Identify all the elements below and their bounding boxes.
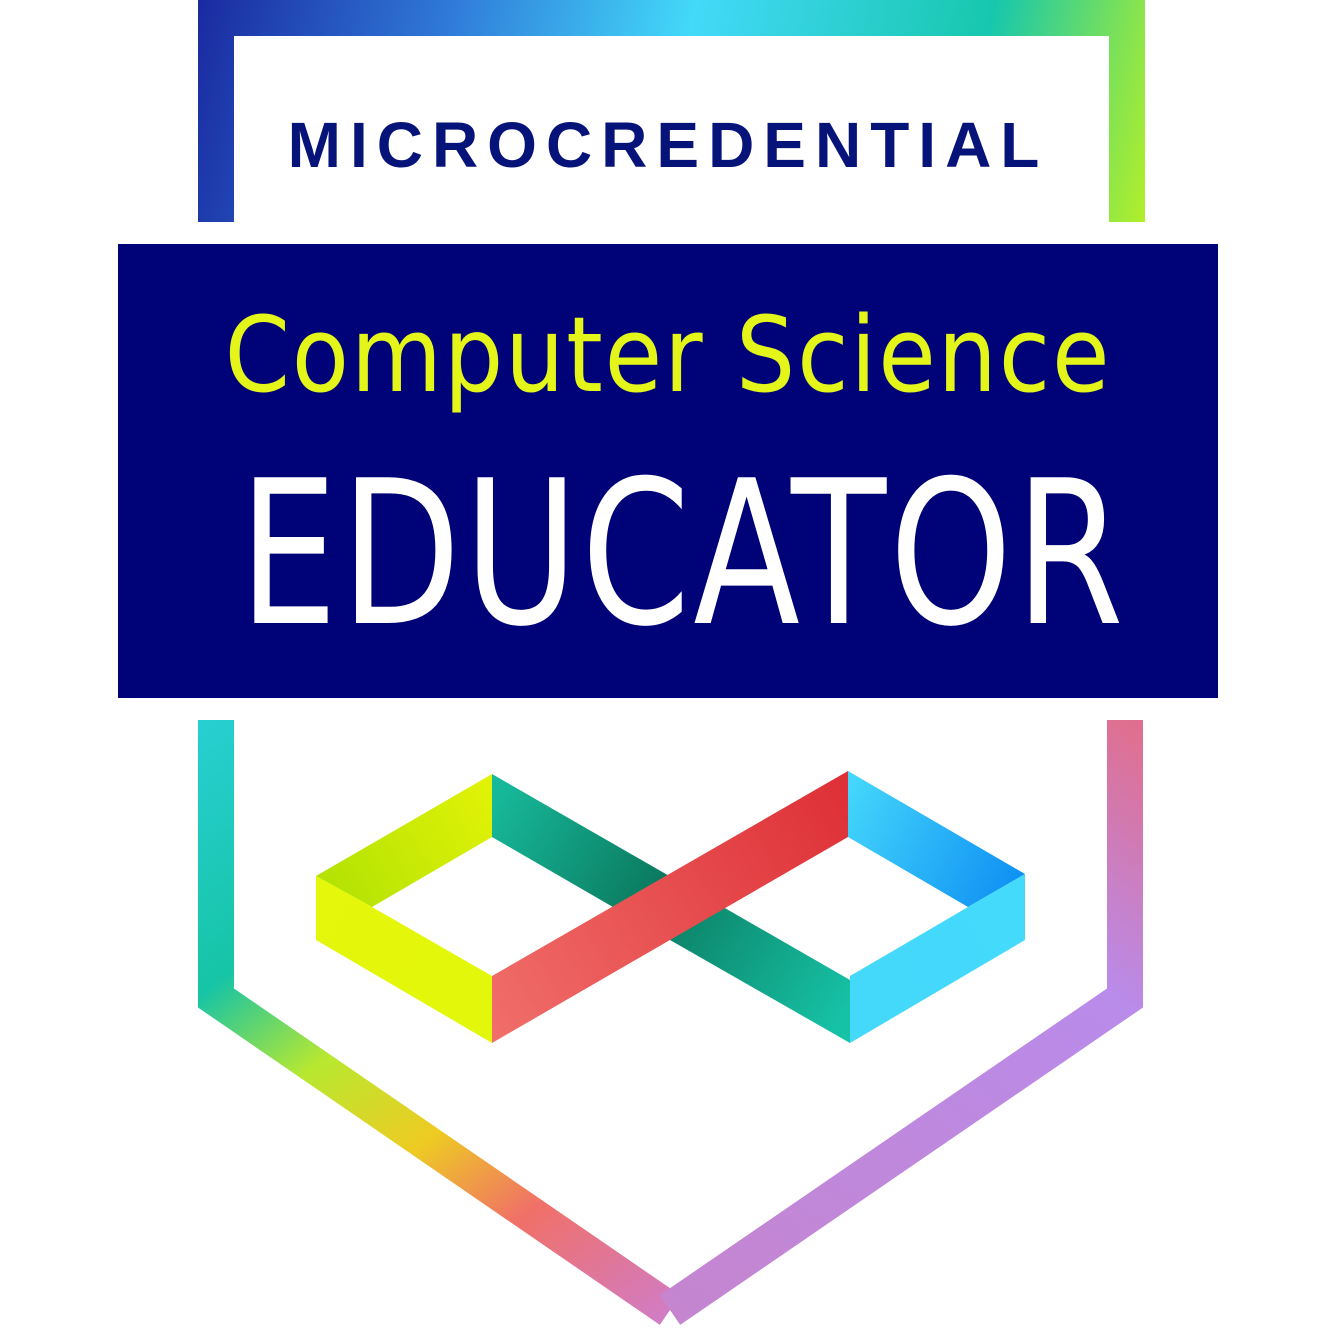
badge-title-line2: EDUCATOR (239, 438, 1127, 671)
badge-kicker: MICROCREDENTIAL (287, 109, 1049, 181)
badge-title-line1: Computer Science (224, 294, 1112, 416)
microcredential-badge: MICROCREDENTIAL Computer Science EDUCATO… (0, 0, 1337, 1337)
infinity-icon (316, 771, 1025, 1043)
